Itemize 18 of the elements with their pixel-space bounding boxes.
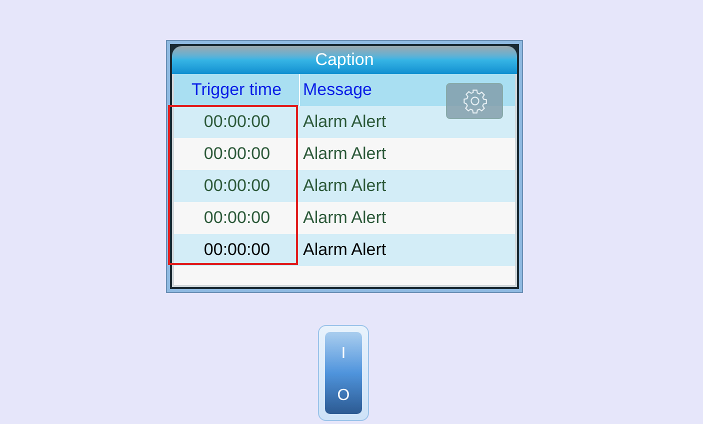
table-cell-text: Alarm Alert xyxy=(302,239,386,261)
column-header: Trigger time xyxy=(174,74,300,106)
off-label: O xyxy=(337,386,350,406)
window-title: Caption xyxy=(172,46,517,74)
settings-button[interactable] xyxy=(446,83,503,119)
table-cell-text: 00:00:00 xyxy=(202,111,272,133)
table-cell-text: 00:00:00 xyxy=(202,239,272,261)
column-header: Message xyxy=(302,79,372,101)
settings-icon xyxy=(462,88,488,114)
table-cell-text: Alarm Alert xyxy=(302,207,386,229)
on-label: I xyxy=(341,344,346,364)
table-cell-text: 00:00:00 xyxy=(202,143,272,165)
table-cell-text: Alarm Alert xyxy=(302,143,386,165)
table-cell-text: 00:00:00 xyxy=(202,175,272,197)
toggle-switch[interactable]: I O xyxy=(318,325,369,421)
table-cell-text: Alarm Alert xyxy=(302,111,386,133)
table-cell-text: 00:00:00 xyxy=(202,207,272,229)
table-cell-text: Alarm Alert xyxy=(302,175,386,197)
